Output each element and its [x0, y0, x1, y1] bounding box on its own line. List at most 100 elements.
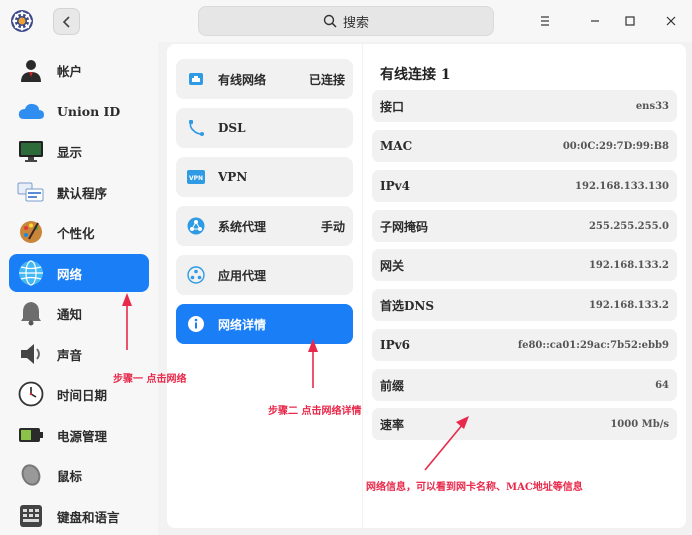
- detail-row-gateway: 网关 192.168.133.2: [372, 249, 677, 281]
- detail-value: 1000 Mb/s: [610, 418, 669, 430]
- battery-icon: [17, 421, 45, 449]
- sidebar-item-label: 默认程序: [57, 185, 108, 201]
- annotation-step2: 步骤二 点击网络详情: [268, 406, 362, 417]
- close-icon: [666, 16, 676, 26]
- network-item-status: 手动: [320, 219, 345, 234]
- sidebar-item-default-apps[interactable]: 默认程序: [9, 173, 149, 211]
- sidebar-item-label: Union ID: [57, 103, 121, 119]
- detail-key: 网关: [380, 258, 405, 273]
- sidebar-item-label: 个性化: [57, 225, 95, 241]
- sidebar-item-label: 时间日期: [57, 387, 108, 403]
- network-item-label: 系统代理: [218, 219, 267, 234]
- system-proxy-icon: [186, 216, 206, 236]
- detail-row-dns: 首选DNS 192.168.133.2: [372, 289, 677, 321]
- dsl-icon: [186, 118, 206, 138]
- network-item-label: 应用代理: [218, 268, 267, 283]
- default-apps-icon: [17, 178, 45, 206]
- user-icon: [17, 56, 45, 84]
- network-item-label: VPN: [218, 170, 248, 184]
- sidebar-item-display[interactable]: 显示: [9, 132, 149, 170]
- vpn-icon: VPN: [186, 167, 206, 187]
- search-input[interactable]: 搜索: [198, 6, 494, 36]
- vpn-icon-text: VPN: [189, 175, 203, 182]
- mouse-icon: [17, 461, 45, 489]
- annotation-step3: 网络信息，可以看到网卡名称、MAC地址等信息: [366, 482, 583, 493]
- detail-key: 子网掩码: [380, 219, 429, 234]
- sidebar: 帐户 Union ID 显示 默认程序 个性化 网络 通知 声音 时间日期 电源…: [0, 42, 158, 535]
- network-item-vpn[interactable]: VPN VPN: [176, 157, 353, 197]
- sidebar-item-network[interactable]: 网络: [9, 254, 149, 292]
- search-placeholder: 搜索: [342, 15, 369, 31]
- detail-row-speed: 速率 1000 Mb/s: [372, 408, 677, 440]
- sidebar-item-label: 通知: [57, 306, 83, 322]
- details-title: 有线连接 1: [380, 67, 451, 83]
- minimize-button[interactable]: [585, 11, 605, 31]
- sidebar-item-union-id[interactable]: Union ID: [9, 92, 149, 130]
- detail-key: IPv4: [380, 179, 410, 193]
- monitor-icon: [17, 137, 45, 165]
- detail-value: fe80::ca01:29ac:7b52:ebb9: [517, 339, 669, 351]
- sidebar-item-power[interactable]: 电源管理: [9, 416, 149, 454]
- network-item-app-proxy[interactable]: 应用代理: [176, 255, 353, 295]
- sidebar-item-account[interactable]: 帐户: [9, 51, 149, 89]
- network-item-label: 有线网络: [218, 72, 267, 87]
- app-proxy-icon: [186, 265, 206, 285]
- search-icon: [323, 14, 337, 28]
- detail-row-netmask: 子网掩码 255.255.255.0: [372, 210, 677, 242]
- sidebar-item-sound[interactable]: 声音: [9, 335, 149, 373]
- detail-key: 前缀: [380, 378, 405, 393]
- maximize-button[interactable]: [620, 11, 640, 31]
- minimize-icon: [591, 20, 599, 22]
- network-item-label: 网络详情: [218, 317, 267, 332]
- detail-key: 速率: [380, 417, 405, 432]
- detail-value: 192.168.133.2: [588, 299, 669, 311]
- detail-value: 255.255.255.0: [588, 220, 669, 232]
- sidebar-item-label: 电源管理: [57, 428, 108, 444]
- detail-value: 64: [655, 379, 669, 391]
- chevron-left-icon: [62, 15, 70, 28]
- sidebar-item-keyboard[interactable]: 键盘和语言: [9, 497, 149, 535]
- sidebar-item-label: 键盘和语言: [57, 509, 120, 525]
- annotation-step1: 步骤一 点击网络: [113, 374, 187, 385]
- sidebar-item-label: 帐户: [57, 63, 83, 79]
- detail-row-ipv4: IPv4 192.168.133.130: [372, 170, 677, 202]
- network-item-wired[interactable]: 有线网络 已连接: [176, 59, 353, 99]
- palette-icon: [17, 218, 45, 246]
- detail-key: 接口: [380, 99, 405, 114]
- network-icon: [17, 259, 45, 287]
- maximize-icon: [625, 16, 635, 26]
- sidebar-item-label: 鼠标: [57, 468, 83, 484]
- bell-icon: [17, 299, 45, 327]
- network-item-label: DSL: [218, 121, 246, 135]
- menu-button[interactable]: [535, 11, 555, 31]
- detail-value: 192.168.133.2: [588, 259, 669, 271]
- detail-key: MAC: [380, 139, 413, 153]
- sidebar-item-label: 网络: [57, 266, 83, 282]
- back-button[interactable]: [53, 8, 80, 35]
- network-list-panel: 有线网络 已连接 DSL VPN VPN 系统代理 手动 应用代理 网络详情: [167, 44, 362, 528]
- close-button[interactable]: [661, 11, 681, 31]
- network-item-system-proxy[interactable]: 系统代理 手动: [176, 206, 353, 246]
- speaker-icon: [17, 340, 45, 368]
- detail-value: ens33: [635, 100, 669, 112]
- network-item-details[interactable]: 网络详情: [176, 304, 353, 344]
- clock-icon: [17, 380, 45, 408]
- network-item-dsl[interactable]: DSL: [176, 108, 353, 148]
- detail-value: 192.168.133.130: [575, 180, 669, 192]
- sidebar-item-personalization[interactable]: 个性化: [9, 213, 149, 251]
- sidebar-item-notification[interactable]: 通知: [9, 294, 149, 332]
- menu-icon: [541, 16, 549, 26]
- detail-key: IPv6: [380, 338, 410, 352]
- app-logo-icon: [10, 9, 34, 33]
- sidebar-item-label: 声音: [57, 347, 83, 363]
- detail-row-prefix: 前缀 64: [372, 369, 677, 401]
- wired-network-icon: [186, 69, 206, 89]
- network-item-status: 已连接: [308, 72, 345, 87]
- title-bar: 搜索: [0, 0, 692, 42]
- detail-row-ipv6: IPv6 fe80::ca01:29ac:7b52:ebb9: [372, 329, 677, 361]
- detail-value: 00:0C:29:7D:99:B8: [562, 140, 669, 152]
- info-icon: [186, 314, 206, 334]
- sidebar-item-mouse[interactable]: 鼠标: [9, 456, 149, 494]
- detail-row-interface: 接口 ens33: [372, 90, 677, 122]
- keyboard-icon: [17, 502, 45, 530]
